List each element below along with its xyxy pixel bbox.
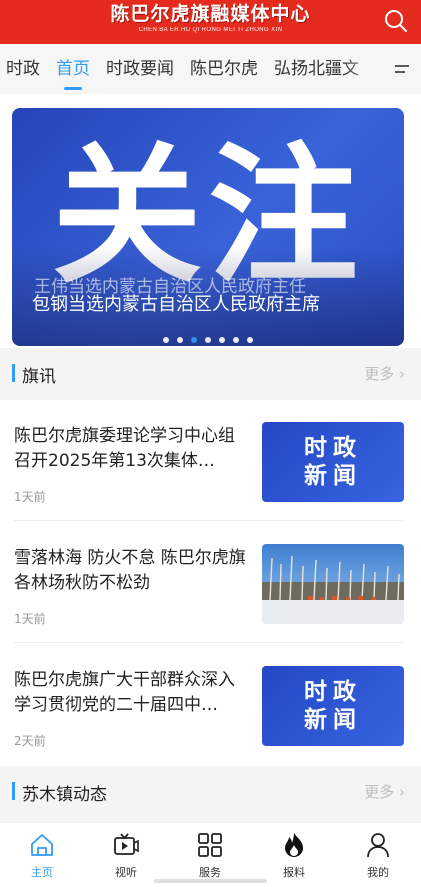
tabbar-label: 报料 <box>283 866 305 879</box>
carousel-dot[interactable] <box>247 337 253 343</box>
news-thumbnail <box>262 544 404 624</box>
news-title: 陈巴尔虎旗委理论学习中心组召开2025年第13次集体… <box>14 426 235 471</box>
news-time: 1天前 <box>14 490 46 504</box>
more-link-sumu[interactable]: 更多 › <box>364 781 405 802</box>
divider <box>14 642 405 643</box>
chevron-right-icon: › <box>399 783 405 801</box>
thumbnail-text: 时政 新闻 <box>262 678 404 734</box>
bottom-tab-bar: 主页 视听 服务 报料 我的 <box>0 822 421 887</box>
brand-logo: 陈巴尔虎旗融媒体中心 CHEN BA ER HU QI RONG MEI TI … <box>0 2 421 35</box>
tab-home[interactable]: 首页 <box>56 44 90 94</box>
tab-chenbaerhu[interactable]: 陈巴尔虎 <box>190 44 258 94</box>
brand-title: 陈巴尔虎旗融媒体中心 <box>110 3 311 25</box>
section-accent-bar <box>12 782 15 800</box>
brand-subtitle: CHEN BA ER HU QI RONG MEI TI ZHONG XIN <box>138 27 283 33</box>
tabbar-video[interactable]: 视听 <box>84 823 168 887</box>
thumbnail-text-line-1: 时政 <box>304 435 362 461</box>
banner-carousel[interactable]: 关注 王伟当选内蒙古自治区人民政府主任 包钢当选内蒙古自治区人民政府主席 <box>12 108 404 346</box>
home-icon <box>31 834 53 856</box>
channel-tabs: 时政 首页 时政要闻 陈巴尔虎 弘扬北疆文 <box>0 44 421 94</box>
section-header-qixun: 旗讯 更多 › <box>0 348 421 400</box>
video-icon <box>114 833 139 855</box>
carousel-dot[interactable] <box>163 337 169 343</box>
flame-icon <box>285 833 303 857</box>
tabbar-label: 服务 <box>199 866 221 879</box>
banner-section: 关注 王伟当选内蒙古自治区人民政府主任 包钢当选内蒙古自治区人民政府主席 <box>0 94 421 348</box>
section-title-qixun: 旗讯 <box>22 367 56 387</box>
tabbar-profile[interactable]: 我的 <box>336 823 420 887</box>
app-header: 陈巴尔虎旗融媒体中心 CHEN BA ER HU QI RONG MEI TI … <box>0 0 421 44</box>
news-thumbnail: 时政 新闻 <box>262 422 404 502</box>
news-item[interactable]: 雪落林海 防火不怠 陈巴尔虎旗各林场秋防不松劲 1天前 <box>0 522 421 644</box>
tab-fade <box>343 44 383 94</box>
section-title-sumu: 苏木镇动态 <box>22 785 107 805</box>
search-icon[interactable] <box>383 8 409 34</box>
news-item[interactable]: 陈巴尔虎旗委理论学习中心组召开2025年第13次集体… 1天前 时政 新闻 <box>0 400 421 522</box>
news-thumbnail: 时政 新闻 <box>262 666 404 746</box>
thumbnail-text-line-2: 新闻 <box>304 707 362 733</box>
banner-caption[interactable]: 包钢当选内蒙古自治区人民政府主席 <box>32 290 392 316</box>
grid-icon <box>198 833 222 857</box>
carousel-dot[interactable] <box>205 337 211 343</box>
tabbar-report[interactable]: 报料 <box>252 823 336 887</box>
tabbar-label: 视听 <box>115 866 137 879</box>
user-icon <box>367 833 389 858</box>
thumbnail-text: 时政 新闻 <box>262 434 404 490</box>
section-header-sumu: 苏木镇动态 更多 › <box>0 766 421 818</box>
news-time: 1天前 <box>14 612 46 626</box>
forest-snow-image <box>262 544 404 624</box>
more-label: 更多 <box>364 365 395 383</box>
tab-list: 时政 首页 时政要闻 陈巴尔虎 弘扬北疆文 <box>0 44 383 94</box>
tabbar-home[interactable]: 主页 <box>0 823 84 887</box>
carousel-dot[interactable] <box>177 337 183 343</box>
carousel-dot[interactable] <box>191 337 197 343</box>
news-title: 陈巴尔虎旗广大干部群众深入学习贯彻党的二十届四中… <box>14 670 235 715</box>
thumbnail-text-line-2: 新闻 <box>304 463 362 489</box>
tab-shizheng[interactable]: 时政 <box>6 44 40 94</box>
more-link-qixun[interactable]: 更多 › <box>364 363 405 384</box>
menu-icon[interactable] <box>383 44 421 94</box>
carousel-dots <box>12 337 404 343</box>
thumbnail-text-line-1: 时政 <box>304 679 362 705</box>
news-time: 2天前 <box>14 734 46 748</box>
carousel-dot[interactable] <box>219 337 225 343</box>
home-indicator <box>154 879 267 883</box>
tabbar-services[interactable]: 服务 <box>168 823 252 887</box>
chevron-right-icon: › <box>399 365 405 383</box>
section-accent-bar <box>12 364 15 382</box>
tab-shizheng-yaowen[interactable]: 时政要闻 <box>106 44 174 94</box>
news-title: 雪落林海 防火不怠 陈巴尔虎旗各林场秋防不松劲 <box>14 548 246 593</box>
more-label: 更多 <box>364 783 395 801</box>
news-item[interactable]: 陈巴尔虎旗广大干部群众深入学习贯彻党的二十届四中… 2天前 时政 新闻 <box>0 644 421 766</box>
divider <box>14 520 405 521</box>
tabbar-label: 主页 <box>31 866 53 879</box>
carousel-dot[interactable] <box>233 337 239 343</box>
tabbar-label: 我的 <box>367 866 389 879</box>
